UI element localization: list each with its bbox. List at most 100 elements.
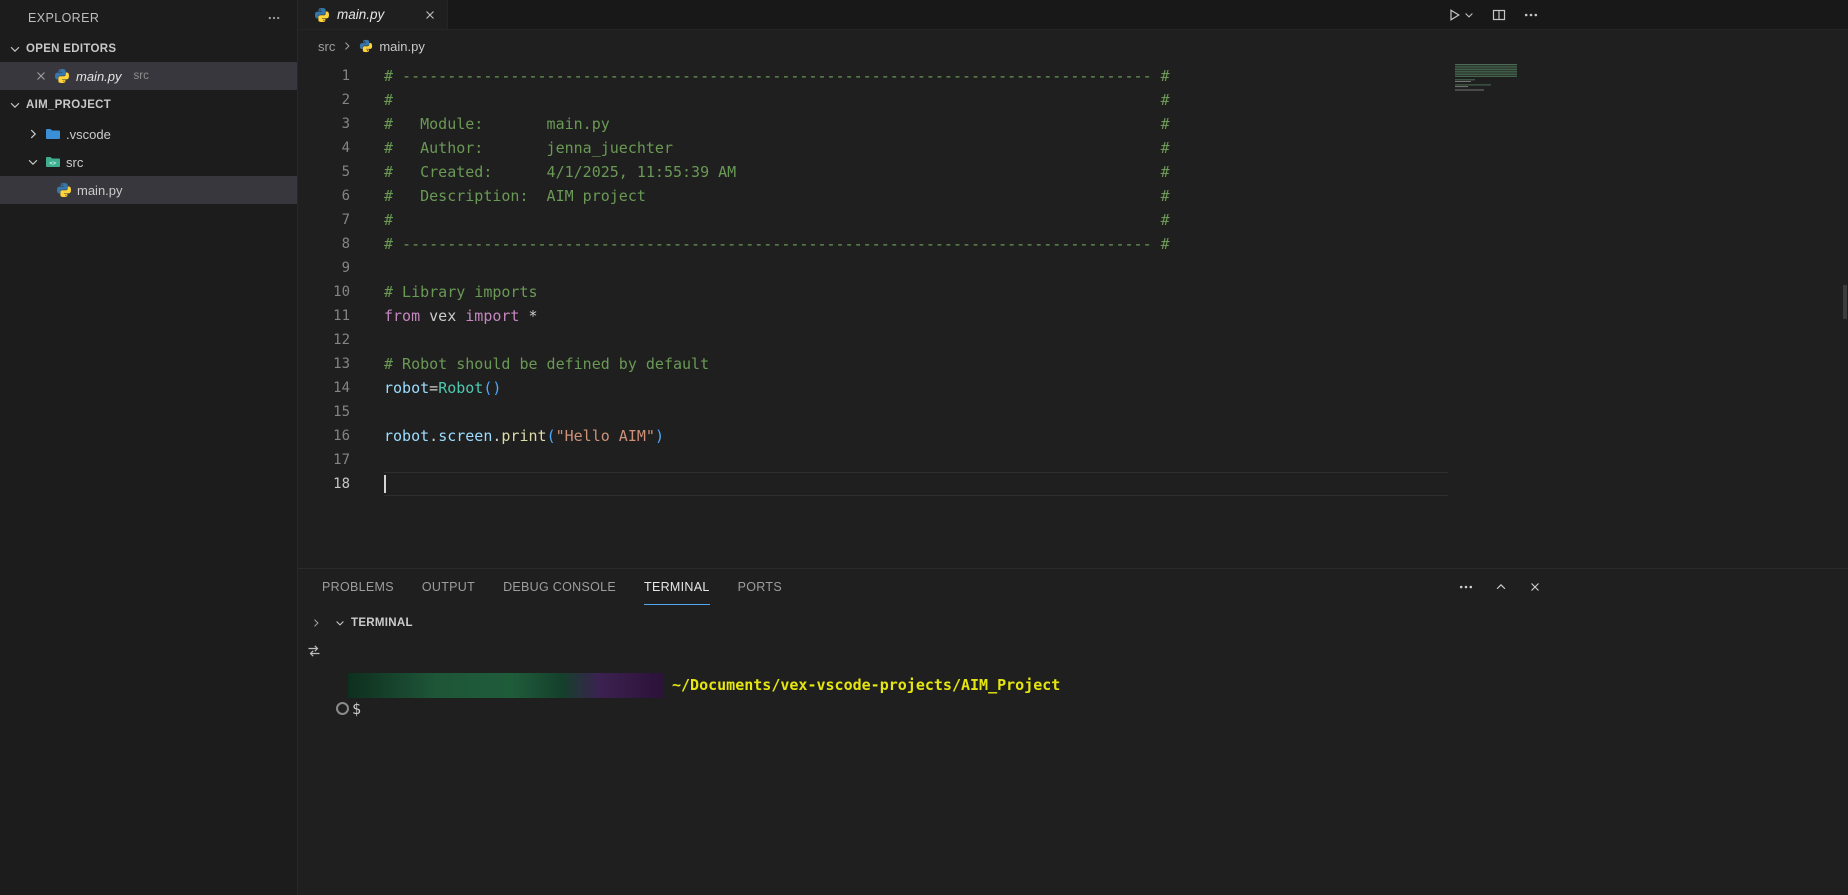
bottom-panel: PROBLEMS OUTPUT DEBUG CONSOLE TERMINAL PORTS… [298, 568, 1848, 895]
code-line-16[interactable]: 16robot.screen.print("Hello AIM") [298, 424, 1848, 448]
code-line-10[interactable]: 10# Library imports [298, 280, 1848, 304]
line-text: # Robot should be defined by default [384, 352, 709, 376]
open-editors-label: OPEN EDITORS [26, 43, 116, 55]
chevron-down-icon [8, 98, 22, 112]
project-label: AIM_PROJECT [26, 99, 111, 111]
tree-item-label: src [66, 155, 83, 170]
code-line-15[interactable]: 15 [298, 400, 1848, 424]
chevron-down-icon [1463, 9, 1475, 21]
explorer-sidebar: EXPLORER OPEN EDITORS main.py src AIM_PR… [0, 0, 298, 895]
folder-vscode-icon [45, 126, 61, 142]
editor-actions [1446, 0, 1539, 30]
vscode-window: EXPLORER OPEN EDITORS main.py src AIM_PR… [0, 0, 1848, 895]
tree-item-src[interactable]: <> src [0, 148, 297, 176]
line-number: 3 [298, 112, 350, 136]
panel-more-actions-button[interactable] [1458, 579, 1474, 595]
code-line-17[interactable]: 17 [298, 448, 1848, 472]
terminal-cwd-path: ~/Documents/vex-vscode-projects/AIM_Proj… [672, 673, 1060, 698]
open-editor-item-main-py[interactable]: main.py src [0, 62, 297, 90]
code-line-4[interactable]: 4# Author: jenna_juechter # [298, 136, 1848, 160]
scrollbar-thumb[interactable] [1843, 285, 1847, 319]
panel-tab-terminal[interactable]: TERMINAL [644, 569, 710, 605]
chevron-down-icon [26, 155, 40, 169]
maximize-panel-button[interactable] [1494, 580, 1508, 594]
line-text: # Library imports [384, 280, 538, 304]
svg-text:<>: <> [49, 160, 57, 167]
explorer-title: EXPLORER [28, 11, 99, 25]
panel-tab-problems[interactable]: PROBLEMS [322, 569, 394, 605]
explorer-more-actions-icon[interactable] [267, 11, 281, 25]
line-text: from vex import * [384, 304, 538, 328]
close-tab-icon[interactable] [423, 8, 437, 22]
line-text [384, 472, 386, 496]
code-line-9[interactable]: 9 [298, 256, 1848, 280]
line-number: 8 [298, 232, 350, 256]
line-text: # Description: AIM project # [384, 184, 1170, 208]
terminal-section-header[interactable]: TERMINAL [298, 611, 413, 635]
tree-item-main-py[interactable]: main.py [0, 176, 297, 204]
file-tree: .vscode <> src main.py [0, 120, 297, 204]
terminal-prompt[interactable]: $ [352, 697, 361, 721]
panel-tab-debug-console[interactable]: DEBUG CONSOLE [503, 569, 616, 605]
sidebar-title-row: EXPLORER [0, 0, 297, 36]
code-line-14[interactable]: 14robot=Robot() [298, 376, 1848, 400]
minimap[interactable] [1455, 64, 1523, 96]
panel-tab-output[interactable]: OUTPUT [422, 569, 475, 605]
line-text: # --------------------------------------… [384, 64, 1170, 88]
tab-main-py[interactable]: main.py [298, 0, 448, 29]
line-text: robot=Robot() [384, 376, 501, 400]
code-line-7[interactable]: 7 # # [298, 208, 1848, 232]
terminal-banner-image [348, 673, 663, 698]
text-cursor [384, 475, 386, 493]
python-icon [314, 7, 330, 23]
code-editor[interactable]: 1 # -------------------------------------… [298, 62, 1848, 568]
code-line-11[interactable]: 11from vex import * [298, 304, 1848, 328]
code-line-2[interactable]: 2 # # [298, 88, 1848, 112]
run-python-file-button[interactable] [1446, 7, 1475, 23]
code-line-13[interactable]: 13# Robot should be defined by default [298, 352, 1848, 376]
play-icon [1446, 7, 1462, 23]
line-number: 7 [298, 208, 350, 232]
chevron-right-icon [341, 40, 353, 52]
editor-tab-bar: main.py [298, 0, 1848, 30]
code-line-12[interactable]: 12 [298, 328, 1848, 352]
line-number: 16 [298, 424, 350, 448]
line-number: 12 [298, 328, 350, 352]
python-icon [54, 68, 70, 84]
tree-item-label: main.py [77, 183, 123, 198]
code-line-8[interactable]: 8# -------------------------------------… [298, 232, 1848, 256]
terminal-section-label: TERMINAL [351, 617, 413, 629]
line-number: 1 [298, 64, 350, 88]
panel-tab-ports[interactable]: PORTS [738, 569, 782, 605]
line-text: # Module: main.py # [384, 112, 1170, 136]
close-editor-icon[interactable] [34, 69, 48, 83]
editor-more-actions-button[interactable] [1523, 7, 1539, 23]
line-number: 17 [298, 448, 350, 472]
breadcrumb-main-py[interactable]: main.py [379, 39, 425, 54]
close-panel-button[interactable] [1528, 580, 1542, 594]
open-editors-section-header[interactable]: OPEN EDITORS [0, 36, 297, 62]
code-line-5[interactable]: 5# Created: 4/1/2025, 11:55:39 AM # [298, 160, 1848, 184]
folder-src-icon: <> [45, 154, 61, 170]
line-text: # # [384, 88, 1170, 112]
tab-label: main.py [337, 7, 384, 22]
line-number: 2 [298, 88, 350, 112]
project-section-header[interactable]: AIM_PROJECT [0, 90, 297, 120]
current-line-highlight [384, 472, 1448, 496]
code-line-18[interactable]: 18 [298, 472, 1848, 496]
code-line-6[interactable]: 6# Description: AIM project # [298, 184, 1848, 208]
line-number: 9 [298, 256, 350, 280]
line-text: # Created: 4/1/2025, 11:55:39 AM # [384, 160, 1170, 184]
code-line-1[interactable]: 1 # -------------------------------------… [298, 64, 1848, 88]
sync-icon[interactable] [306, 643, 322, 659]
code-line-3[interactable]: 3 # Module: main.py # [298, 112, 1848, 136]
line-text: # # [384, 208, 1170, 232]
open-editor-label: main.py [76, 69, 122, 84]
breadcrumb-src[interactable]: src [318, 39, 335, 54]
tree-item--vscode[interactable]: .vscode [0, 120, 297, 148]
split-editor-button[interactable] [1491, 7, 1507, 23]
chevron-right-icon[interactable] [310, 617, 322, 629]
python-icon [56, 182, 72, 198]
command-decoration-circle-icon[interactable] [336, 702, 349, 715]
line-number: 4 [298, 136, 350, 160]
